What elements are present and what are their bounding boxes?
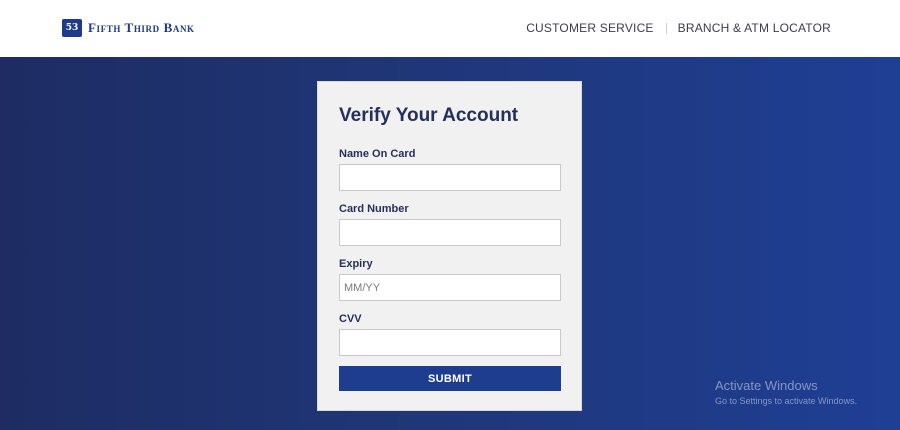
windows-activation-watermark: Activate Windows Go to Settings to activ…: [715, 378, 857, 406]
card-number-input[interactable]: [339, 219, 561, 246]
card-number-label: Card Number: [339, 203, 409, 215]
cvv-input[interactable]: [339, 329, 561, 356]
name-on-card-input[interactable]: [339, 164, 561, 191]
top-nav: CUSTOMER SERVICE BRANCH & ATM LOCATOR: [526, 21, 831, 35]
bank-logo-icon: 53: [62, 19, 82, 37]
form-title: Verify Your Account: [339, 105, 519, 126]
watermark-line-1: Activate Windows: [715, 378, 818, 393]
name-on-card-label: Name On Card: [339, 148, 416, 160]
nav-branch-atm-locator[interactable]: BRANCH & ATM LOCATOR: [678, 21, 831, 35]
site-header: 53 Fifth Third Bank CUSTOMER SERVICE BRA…: [0, 0, 900, 58]
nav-customer-service[interactable]: CUSTOMER SERVICE: [526, 21, 653, 35]
submit-button[interactable]: SUBMIT: [339, 366, 561, 391]
verify-account-form: Verify Your Account Name On Card Card Nu…: [317, 81, 582, 411]
expiry-label: Expiry: [339, 258, 373, 270]
nav-divider: [665, 22, 667, 34]
cvv-label: CVV: [339, 313, 362, 325]
watermark-line-2: Go to Settings to activate Windows.: [715, 396, 858, 406]
expiry-input[interactable]: [339, 274, 561, 301]
bank-name: Fifth Third Bank: [88, 20, 195, 35]
bank-logo[interactable]: 53 Fifth Third Bank: [62, 18, 195, 38]
